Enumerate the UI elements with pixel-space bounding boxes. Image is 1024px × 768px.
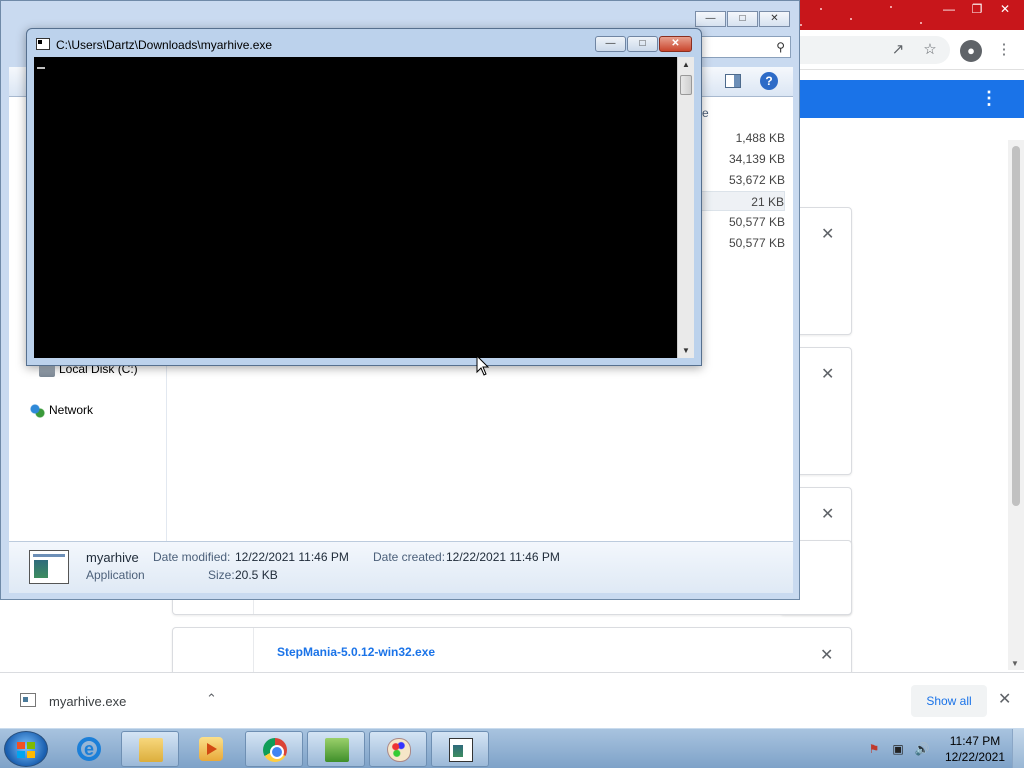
shelf-file-name: myarhive.exe bbox=[49, 694, 127, 709]
internet-explorer-icon: e bbox=[77, 737, 101, 761]
date-modified-label: Date modified: bbox=[153, 550, 231, 564]
console-output-area[interactable] bbox=[34, 57, 677, 358]
taskbar-media-player[interactable] bbox=[182, 731, 240, 767]
minimize-icon[interactable]: — bbox=[695, 11, 726, 27]
explorer-window-controls: — □ ✕ bbox=[695, 11, 790, 27]
file-size-cell: 50,577 KB bbox=[728, 236, 785, 250]
close-icon[interactable]: ✕ bbox=[759, 11, 790, 27]
shelf-download-item[interactable]: myarhive.exe ⌃ bbox=[16, 689, 228, 713]
system-tray: ⚑ ▣ 🔊 11:47 PM 12/22/2021 bbox=[862, 729, 1024, 768]
scroll-down-icon[interactable]: ▼ bbox=[682, 346, 690, 355]
date-created-value: 12/22/2021 11:46 PM bbox=[446, 550, 560, 564]
chrome-menu-icon[interactable]: ⋮ bbox=[994, 40, 1014, 60]
scrollbar-thumb[interactable] bbox=[680, 75, 692, 95]
scroll-up-icon[interactable]: ▲ bbox=[682, 60, 690, 69]
download-file-link[interactable]: StepMania-5.0.12-win32.exe bbox=[277, 645, 435, 659]
taskbar-console[interactable] bbox=[431, 731, 489, 767]
date-created-label: Date created: bbox=[373, 550, 446, 564]
console-window-controls: — □ ✕ bbox=[595, 36, 692, 52]
folder-icon bbox=[139, 738, 163, 762]
taskbar-internet-explorer[interactable]: e bbox=[60, 731, 118, 767]
remove-download-icon[interactable]: ✕ bbox=[820, 645, 833, 665]
chrome-toolbar: ↗ ☆ ● ⋮ bbox=[780, 30, 1024, 70]
remove-download-icon[interactable]: ✕ bbox=[821, 364, 834, 384]
details-file-name: myarhive bbox=[86, 550, 139, 565]
details-file-type: Application bbox=[86, 568, 145, 582]
file-size-cell: 53,672 KB bbox=[728, 173, 785, 187]
maximize-icon[interactable]: □ bbox=[627, 36, 658, 52]
downloads-header-bar: ⋮ bbox=[780, 80, 1024, 118]
taskbar-google-chrome[interactable] bbox=[245, 731, 303, 767]
downloads-more-icon[interactable]: ⋮ bbox=[980, 88, 998, 109]
scroll-down-icon[interactable]: ▼ bbox=[1011, 659, 1019, 668]
download-shelf: myarhive.exe ⌃ Show all ✕ bbox=[0, 672, 1024, 728]
console-window: C:\Users\Dartz\Downloads\myarhive.exe — … bbox=[26, 28, 702, 366]
clock-date[interactable]: 12/22/2021 bbox=[942, 750, 1008, 764]
minimize-icon[interactable]: — bbox=[936, 1, 962, 17]
application-icon bbox=[29, 550, 69, 584]
file-size-cell: 34,139 KB bbox=[728, 152, 785, 166]
restore-icon[interactable]: ❐ bbox=[964, 1, 990, 17]
close-shelf-icon[interactable]: ✕ bbox=[998, 689, 1011, 709]
bookmark-star-icon[interactable]: ☆ bbox=[920, 40, 940, 60]
taskbar-notepad-plus-plus[interactable] bbox=[307, 731, 365, 767]
taskbar-paint[interactable] bbox=[369, 731, 427, 767]
file-size-cell: 1,488 KB bbox=[735, 131, 785, 145]
chevron-up-icon[interactable]: ⌃ bbox=[206, 691, 217, 707]
search-input[interactable]: ⚲ bbox=[701, 36, 791, 58]
console-app-icon[interactable] bbox=[36, 38, 50, 50]
taskbar: e ⚑ ▣ 🔊 11:47 PM 12/22/2021 bbox=[0, 728, 1024, 768]
preview-pane-icon[interactable] bbox=[725, 74, 741, 88]
remove-download-icon[interactable]: ✕ bbox=[821, 224, 834, 244]
console-title: C:\Users\Dartz\Downloads\myarhive.exe bbox=[56, 38, 273, 52]
nav-item-network[interactable]: Network bbox=[29, 403, 93, 418]
size-value: 20.5 KB bbox=[235, 568, 278, 582]
console-scrollbar[interactable]: ▲ ▼ bbox=[677, 57, 694, 358]
action-center-flag-icon[interactable]: ⚑ bbox=[866, 741, 882, 757]
chrome-icon bbox=[263, 738, 287, 762]
file-size-cell: 50,577 KB bbox=[728, 215, 785, 229]
chrome-window-controls: — ❐ ✕ bbox=[936, 1, 1018, 17]
paint-palette-icon bbox=[387, 738, 411, 762]
scrollbar-thumb[interactable] bbox=[1012, 146, 1020, 506]
details-pane: myarhive Application Date modified: 12/2… bbox=[9, 541, 793, 593]
network-icon bbox=[29, 403, 45, 418]
chrome-titlebar: — ❐ ✕ bbox=[780, 0, 1024, 30]
notepad-plus-plus-icon bbox=[325, 738, 349, 762]
close-icon[interactable]: ✕ bbox=[659, 36, 692, 52]
share-icon[interactable]: ↗ bbox=[888, 40, 908, 60]
profile-avatar-icon[interactable]: ● bbox=[960, 40, 982, 62]
file-size-cell-selected[interactable]: 21 KB bbox=[697, 191, 785, 211]
remove-download-icon[interactable]: ✕ bbox=[821, 504, 834, 524]
show-desktop-button[interactable] bbox=[1012, 729, 1024, 768]
text-cursor bbox=[37, 67, 45, 69]
network-tray-icon[interactable]: ▣ bbox=[890, 741, 906, 757]
clock-time[interactable]: 11:47 PM bbox=[942, 734, 1008, 748]
size-label: Size: bbox=[208, 568, 235, 582]
close-icon[interactable]: ✕ bbox=[992, 1, 1018, 17]
volume-icon[interactable]: 🔊 bbox=[914, 741, 930, 757]
minimize-icon[interactable]: — bbox=[595, 36, 626, 52]
help-icon[interactable]: ? bbox=[760, 72, 778, 90]
column-header-size[interactable]: e bbox=[697, 101, 791, 123]
taskbar-file-explorer[interactable] bbox=[121, 731, 179, 767]
start-button[interactable] bbox=[4, 731, 48, 767]
console-app-icon bbox=[449, 738, 473, 762]
search-icon: ⚲ bbox=[776, 40, 785, 54]
media-player-icon bbox=[199, 737, 223, 761]
date-modified-value: 12/22/2021 11:46 PM bbox=[235, 550, 349, 564]
maximize-icon[interactable]: □ bbox=[727, 11, 758, 27]
chrome-page-scrollbar[interactable]: ▼ bbox=[1008, 140, 1024, 670]
application-file-icon bbox=[20, 693, 36, 707]
mouse-pointer-icon bbox=[476, 355, 490, 376]
show-all-button[interactable]: Show all bbox=[911, 685, 987, 717]
